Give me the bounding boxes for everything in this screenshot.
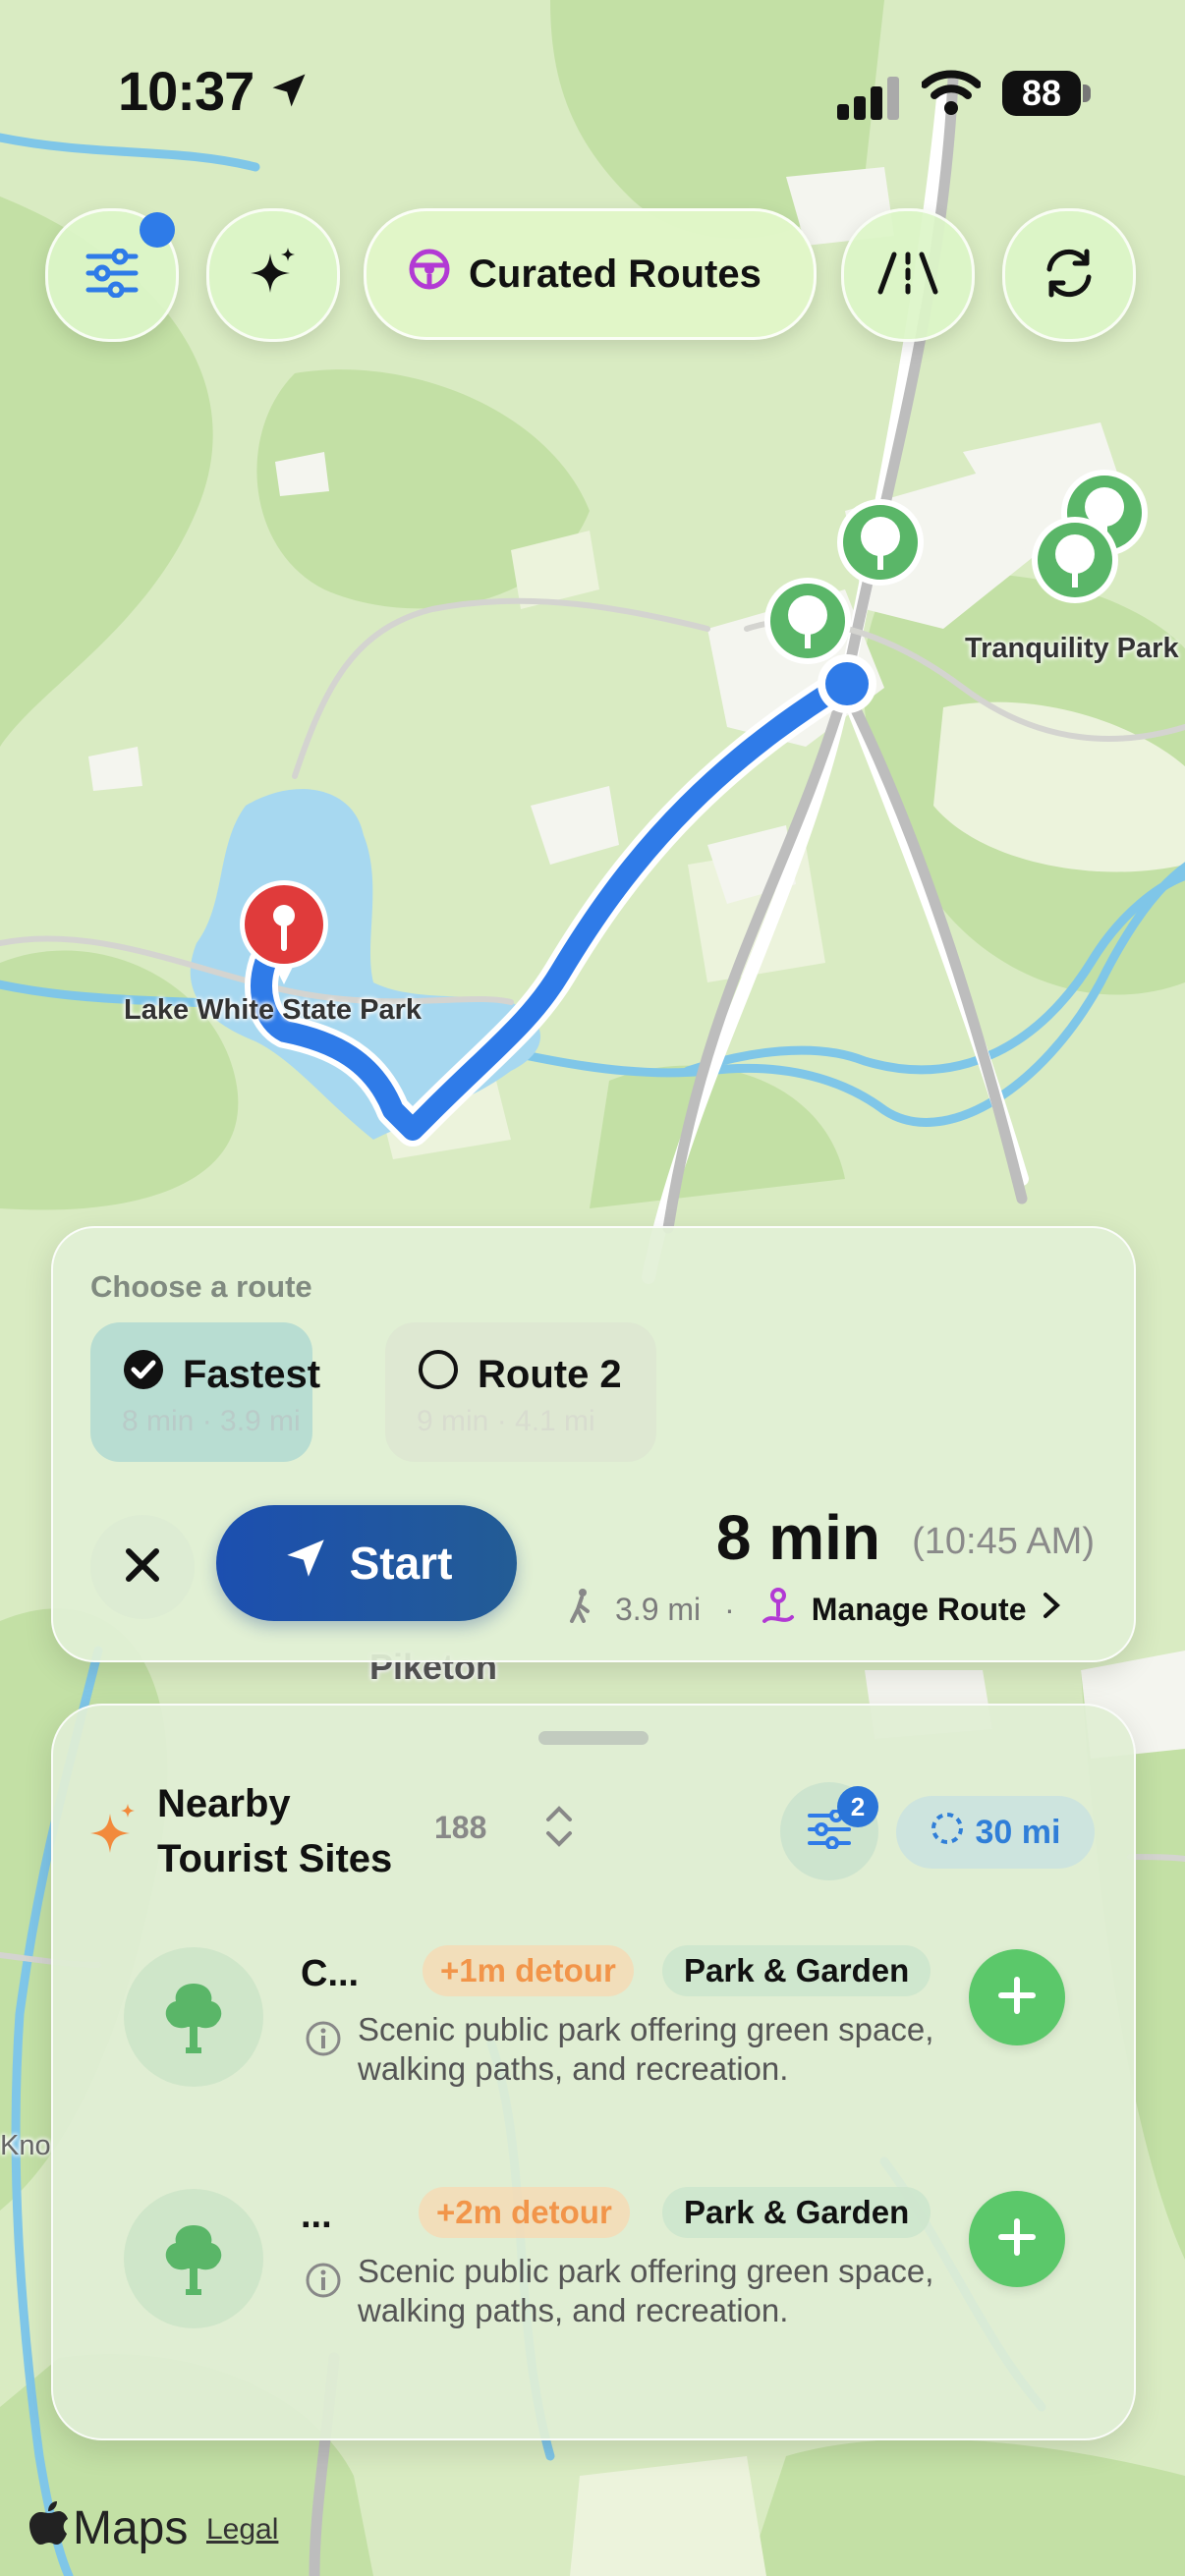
park-pin[interactable] [1030,515,1120,618]
magic-button[interactable] [206,208,340,342]
site-name: C... [301,1953,360,1994]
route-pin-icon [759,1586,798,1633]
radius-button[interactable]: 30 mi [896,1796,1095,1869]
legal-link[interactable]: Legal [206,2513,278,2547]
route-option-2[interactable]: Route 2 9 min · 4.1 mi [385,1322,656,1462]
site-name: ... [301,2195,332,2236]
nearby-title: Nearby Tourist Sites [157,1776,452,1886]
radius-value: 30 mi [975,1813,1061,1851]
route-distance: 3.9 mi [615,1591,702,1627]
tree-icon [124,2189,263,2328]
navigation-arrow-icon [281,1534,330,1594]
route-meta: 3.9 mi · Manage Route [568,1586,1061,1633]
route-card: Choose a route Fastest 8 min · 3.9 mi Ro… [51,1226,1136,1662]
filter-count-badge: 2 [837,1786,878,1827]
plus-icon [997,2217,1037,2262]
location-arrow-icon [267,69,310,117]
steering-wheel-icon [408,248,451,301]
filter-active-dot [140,212,175,248]
close-route-button[interactable] [90,1515,195,1619]
wifi-icon [921,69,982,123]
nearby-title-line2: Tourist Sites [157,1837,393,1880]
maps-logo: Maps [29,2499,188,2556]
route-option-sub: 8 min · 3.9 mi [122,1405,301,1437]
start-button[interactable]: Start [216,1505,517,1621]
meta-separator: · [724,1591,735,1627]
add-site-button[interactable] [969,1949,1065,2045]
sort-chevrons-icon[interactable] [542,1802,576,1856]
sparkle-icon [90,1800,140,1864]
add-site-button[interactable] [969,2191,1065,2287]
status-time: 10:37 [118,60,254,122]
road-view-button[interactable] [841,208,975,342]
manage-route-label: Manage Route [811,1591,1027,1627]
plus-icon [997,1976,1037,2020]
battery-indicator: 88 [1002,71,1081,116]
info-icon [305,2262,342,2304]
site-description: Scenic public park offering green space,… [358,2253,934,2328]
map-label-tranquility[interactable]: Tranquility Park [965,633,1179,665]
refresh-button[interactable] [1002,208,1136,342]
walking-icon [568,1588,593,1631]
choose-route-label: Choose a route [90,1269,312,1304]
map-label-edge: Kno [0,2130,51,2161]
chevron-right-icon [1042,1591,1061,1628]
manage-route-link[interactable]: Manage Route [759,1586,1062,1633]
battery-nub [1083,84,1091,102]
eta-arrival-time: (10:45 AM) [912,1521,1095,1562]
category-badge: Park & Garden [662,2187,931,2238]
sliders-icon [85,248,140,303]
dashed-circle-icon [931,1812,964,1854]
route-option-fastest[interactable]: Fastest 8 min · 3.9 mi [90,1322,320,1462]
map-label-lake[interactable]: Lake White State Park [124,994,422,1027]
refresh-icon [1040,244,1099,308]
nearby-sites-sheet: Nearby Tourist Sites 188 2 30 mi C... +1… [51,1704,1136,2440]
destination-pin[interactable] [238,878,330,991]
route-option-label: Route 2 [478,1352,622,1396]
start-label: Start [349,1538,453,1589]
sites-count: 188 [434,1810,487,1845]
list-item[interactable]: ... +2m detour Park & Garden Scenic publ… [53,2150,1134,2346]
category-badge: Park & Garden [662,1945,931,1996]
maps-brand: Maps [73,2501,189,2554]
sheet-handle[interactable] [538,1731,649,1745]
checkmark-circle-icon [122,1348,165,1401]
curated-routes-button[interactable]: Curated Routes [364,208,817,340]
sparkle-icon [249,246,298,306]
curated-routes-label: Curated Routes [469,252,762,296]
apple-logo-icon [29,2499,69,2556]
detour-badge: +2m detour [419,2187,630,2238]
tree-icon [124,1947,263,2087]
detour-badge: +1m detour [423,1945,634,1996]
road-icon [876,251,939,301]
info-icon [305,2020,342,2062]
site-description: Scenic public park offering green space,… [358,2011,934,2087]
list-item[interactable]: C... +1m detour Park & Garden Scenic pub… [53,1908,1134,2104]
nearby-title-line1: Nearby [157,1782,291,1825]
eta-duration: 8 min [715,1502,880,1573]
close-icon [123,1545,162,1590]
route-option-sub: 9 min · 4.1 mi [417,1405,595,1437]
cellular-signal-icon [837,77,902,125]
empty-circle-icon [417,1348,460,1401]
route-option-label: Fastest [183,1352,321,1396]
park-pin[interactable] [835,497,926,600]
